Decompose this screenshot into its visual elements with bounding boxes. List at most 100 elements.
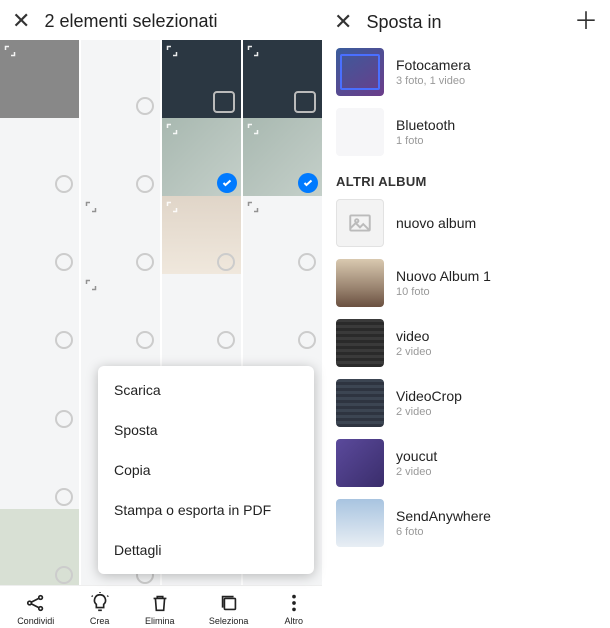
expand-icon [85,200,97,212]
album-thumb-placeholder [336,199,384,247]
section-other-albums: ALTRI ALBUM [322,162,610,193]
menu-item-move[interactable]: Sposta [98,410,314,450]
share-icon [25,592,47,614]
thumbnail[interactable] [243,40,322,119]
select-circle-icon [55,331,73,349]
thumbnail[interactable] [243,274,322,353]
left-header: ✕ 2 elementi selezionati [0,0,322,40]
album-info: SendAnywhere 6 foto [396,508,491,538]
select-all-icon [218,592,240,614]
album-info: Fotocamera 3 foto, 1 video [396,57,471,87]
check-icon [298,173,318,193]
album-videocrop[interactable]: VideoCrop 2 video [322,373,610,433]
album-name: VideoCrop [396,388,462,404]
menu-item-download[interactable]: Scarica [98,370,314,410]
album-name: SendAnywhere [396,508,491,524]
thumbnail[interactable] [162,274,241,353]
album-name: nuovo album [396,215,476,231]
thumbnail[interactable] [0,118,79,197]
album-fotocamera[interactable]: Fotocamera 3 foto, 1 video [322,42,610,102]
expand-icon [85,278,97,290]
album-thumb [336,108,384,156]
thumbnail[interactable] [243,196,322,275]
expand-icon [247,200,259,212]
album-meta: 2 video [396,346,431,358]
album-nuovo-1[interactable]: Nuovo Album 1 10 foto [322,253,610,313]
expand-icon [166,44,178,56]
select-circle-icon [55,566,73,584]
expand-icon [4,44,16,56]
thumbnail[interactable] [0,274,79,353]
delete-button[interactable]: Elimina [145,592,175,626]
select-circle-icon [136,175,154,193]
right-header: ✕ Sposta in ＋ [322,0,610,42]
album-thumb [336,379,384,427]
thumbnail[interactable] [81,118,160,197]
thumbnail-selected[interactable] [243,118,322,197]
album-meta: 6 foto [396,526,491,538]
close-move-button[interactable]: ✕ [334,11,352,33]
select-circle-icon [136,331,154,349]
thumbnail-selected[interactable] [162,118,241,197]
thumbnail[interactable] [0,353,79,432]
album-sendanywhere[interactable]: SendAnywhere 6 foto [322,493,610,553]
select-circle-icon [55,175,73,193]
album-name: video [396,328,431,344]
select-circle-icon [55,410,73,428]
thumbnail[interactable] [0,431,79,510]
select-circle-icon [217,331,235,349]
thumbnail[interactable] [162,40,241,119]
thumbnail[interactable] [81,40,160,119]
select-circle-icon [136,253,154,271]
album-thumb [336,48,384,96]
album-youcut[interactable]: youcut 2 video [322,433,610,493]
thumbnail[interactable] [0,509,79,585]
album-thumb [336,259,384,307]
thumbnail[interactable] [81,274,160,353]
select-button[interactable]: Seleziona [209,592,249,626]
album-meta: 10 foto [396,286,491,298]
create-button[interactable]: Crea [89,592,111,626]
close-selection-button[interactable]: ✕ [12,10,30,32]
thumbnail[interactable] [81,196,160,275]
select-circle-icon [294,91,316,113]
album-name: Nuovo Album 1 [396,268,491,284]
select-circle-icon [55,488,73,506]
select-circle-icon [213,91,235,113]
album-info: Nuovo Album 1 10 foto [396,268,491,298]
album-meta: 2 video [396,406,462,418]
album-list: Fotocamera 3 foto, 1 video Bluetooth 1 f… [322,42,610,628]
album-info: nuovo album [396,215,476,231]
select-circle-icon [55,253,73,271]
album-info: video 2 video [396,328,431,358]
select-circle-icon [136,97,154,115]
expand-icon [166,122,178,134]
thumbnail[interactable] [0,196,79,275]
album-new[interactable]: nuovo album [322,193,610,253]
menu-item-print-export[interactable]: Stampa o esporta in PDF [98,490,314,530]
selection-title: 2 elementi selezionati [44,11,217,32]
menu-item-details[interactable]: Dettagli [98,530,314,570]
album-thumb [336,439,384,487]
expand-icon [166,200,178,212]
album-meta: 3 foto, 1 video [396,75,471,87]
thumbnail[interactable] [0,40,79,119]
more-button[interactable]: Altro [283,592,305,626]
menu-item-copy[interactable]: Copia [98,450,314,490]
album-bluetooth[interactable]: Bluetooth 1 foto [322,102,610,162]
check-icon [217,173,237,193]
share-button[interactable]: Condividi [17,592,54,626]
move-to-pane: ✕ Sposta in ＋ Fotocamera 3 foto, 1 video… [322,0,610,628]
more-label: Altro [285,616,304,626]
album-thumb [336,319,384,367]
album-video[interactable]: video 2 video [322,313,610,373]
select-label: Seleziona [209,616,249,626]
add-album-button[interactable]: ＋ [574,10,598,34]
thumbnail[interactable] [162,196,241,275]
album-meta: 1 foto [396,135,455,147]
album-meta: 2 video [396,466,437,478]
select-circle-icon [298,253,316,271]
album-info: youcut 2 video [396,448,437,478]
delete-label: Elimina [145,616,175,626]
album-name: youcut [396,448,437,464]
